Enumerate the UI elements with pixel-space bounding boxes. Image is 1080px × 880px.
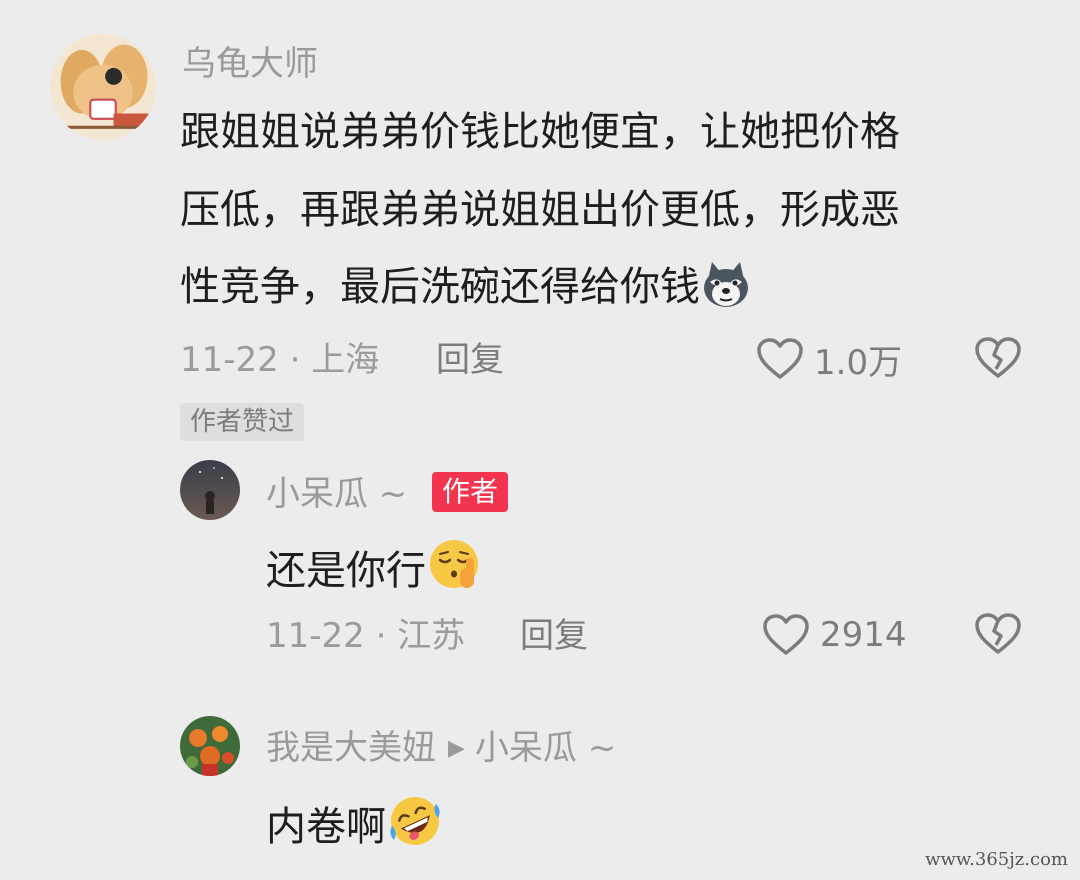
comment-text-line-2: 压低，再跟弟弟说姐姐出价更低，形成恶 bbox=[180, 187, 900, 233]
husky-emoji bbox=[700, 258, 752, 310]
like-count: 1.0万 bbox=[814, 342, 903, 383]
like-count: 2914 bbox=[820, 615, 907, 655]
comment-text-line-3-content: 性竞争，最后洗碗还得给你钱 bbox=[180, 264, 700, 310]
reply-header: 我是大美妞 ▶ 小呆瓜 ~ bbox=[266, 726, 616, 771]
reply-button[interactable]: 回复 bbox=[436, 338, 504, 382]
shushing-face-emoji bbox=[426, 536, 484, 594]
like-button[interactable]: 1.0万 bbox=[756, 336, 903, 383]
reply-text: 内卷啊 bbox=[266, 792, 444, 855]
watermark: www.365jz.com bbox=[925, 849, 1068, 870]
avatar[interactable] bbox=[180, 716, 240, 776]
reply-arrow-icon: ▶ bbox=[448, 736, 465, 761]
dislike-button[interactable] bbox=[974, 612, 1022, 656]
comment-text-line-3: 性竞争，最后洗碗还得给你钱 bbox=[180, 258, 752, 315]
username[interactable]: 小呆瓜 ~ bbox=[266, 472, 407, 516]
comment-date-location: 11-22 · 上海 bbox=[180, 340, 380, 380]
username[interactable]: 我是大美妞 bbox=[266, 728, 436, 768]
like-button[interactable]: 2914 bbox=[762, 612, 907, 658]
broken-heart-icon bbox=[974, 612, 1022, 656]
reply-date-location: 11-22 · 江苏 bbox=[266, 616, 466, 656]
heart-icon bbox=[762, 613, 810, 657]
reply-text-content: 内卷啊 bbox=[266, 804, 386, 850]
reply-button[interactable]: 回复 bbox=[520, 614, 588, 658]
rolling-laughing-emoji bbox=[386, 792, 444, 850]
author-badge: 作者 bbox=[432, 472, 509, 512]
broken-heart-icon bbox=[974, 336, 1022, 380]
comment-text-line-1: 跟姐姐说弟弟价钱比她便宜，让她把价格 bbox=[180, 109, 900, 155]
author-liked-badge: 作者赞过 bbox=[180, 403, 305, 441]
avatar[interactable] bbox=[50, 34, 156, 140]
reply-to-username[interactable]: 小呆瓜 ~ bbox=[475, 728, 616, 768]
username[interactable]: 乌龟大师 bbox=[182, 42, 318, 86]
dislike-button[interactable] bbox=[974, 336, 1022, 380]
avatar[interactable] bbox=[180, 460, 240, 520]
heart-icon bbox=[756, 337, 804, 381]
reply-text: 还是你行 bbox=[266, 536, 484, 599]
reply-text-content: 还是你行 bbox=[266, 548, 426, 594]
